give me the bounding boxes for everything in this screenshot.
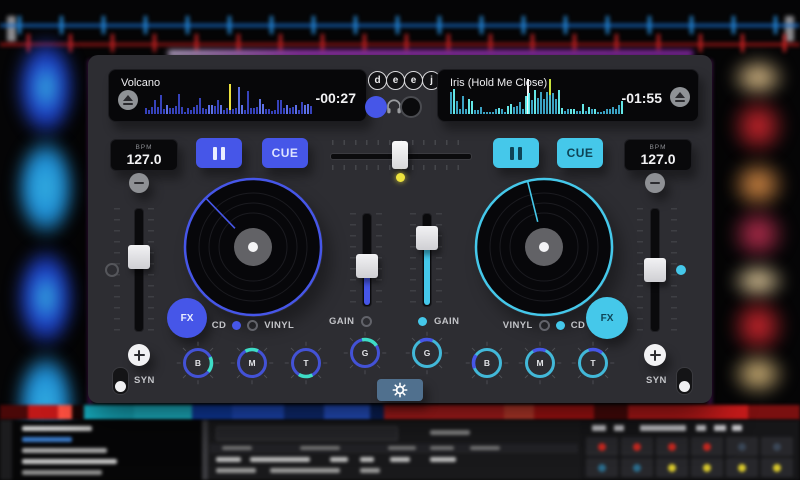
source-selected-dot[interactable] xyxy=(232,321,241,330)
crossfader[interactable] xyxy=(330,140,470,170)
time-remaining-b: -01:55 xyxy=(622,90,662,106)
pause-button-a[interactable] xyxy=(196,138,242,168)
bpm-label: BPM xyxy=(111,144,177,151)
source-toggle-a[interactable]: CD VINYL xyxy=(183,320,323,331)
pitch-fader-b[interactable] xyxy=(644,208,666,332)
bpm-value: 127.0 xyxy=(111,151,177,167)
crossfader-handle[interactable] xyxy=(392,141,408,169)
sync-label-a: SYN xyxy=(134,375,155,386)
eject-icon xyxy=(123,95,133,101)
pause-icon xyxy=(510,147,522,160)
eq-knob-a-mid[interactable]: M xyxy=(230,341,274,385)
volume-fader-a[interactable] xyxy=(356,213,378,307)
eq-knob-b-bass[interactable]: B xyxy=(465,341,509,385)
gain-indicator-b[interactable] xyxy=(418,317,427,326)
bg-track-browser xyxy=(0,420,800,480)
cue-button-b[interactable]: CUE xyxy=(557,138,603,168)
fx-button-a[interactable]: FX xyxy=(167,298,207,338)
logo-circle: e xyxy=(386,71,405,90)
gain-row-a: GAIN xyxy=(329,316,372,327)
eject-button-b[interactable] xyxy=(670,87,690,107)
pitch-center-marker-b xyxy=(676,265,686,275)
logo-circle: d xyxy=(368,71,387,90)
gain-label-a: GAIN xyxy=(329,316,354,327)
pitch-minus-button-a[interactable] xyxy=(129,173,149,193)
gain-knob-b[interactable]: G xyxy=(405,331,449,375)
volume-fader-b[interactable] xyxy=(416,213,438,307)
source-unselected-dot[interactable] xyxy=(539,320,550,331)
logo-circle: e xyxy=(404,71,423,90)
waveform-b[interactable] xyxy=(450,81,624,114)
source-selected-dot[interactable] xyxy=(556,321,565,330)
eject-button-a[interactable] xyxy=(118,90,138,110)
pitch-center-marker-a xyxy=(105,263,119,277)
bg-waveform-blue xyxy=(0,16,800,34)
sync-toggle-b[interactable] xyxy=(676,367,693,395)
volume-fader-handle-a[interactable] xyxy=(356,254,378,278)
eq-knob-a-bass[interactable]: B xyxy=(176,341,220,385)
jog-wheel-b[interactable] xyxy=(474,177,614,317)
cd-label: CD xyxy=(212,320,227,331)
minus-icon xyxy=(134,182,144,184)
settings-button[interactable] xyxy=(377,379,423,401)
eq-knob-a-treble[interactable]: T xyxy=(284,341,328,385)
gain-row-b: GAIN xyxy=(418,316,459,327)
source-toggle-b[interactable]: VINYL CD xyxy=(474,320,614,331)
pitch-fader-a[interactable] xyxy=(128,208,150,332)
dj-console-panel: Volcano -00:27 d e e j Iris (Hold Me Clo… xyxy=(88,55,712,403)
gain-label-b: GAIN xyxy=(434,316,459,327)
pitch-plus-button-b[interactable] xyxy=(644,344,666,366)
time-remaining-a: -00:27 xyxy=(316,90,356,106)
bpm-display-a[interactable]: BPM 127.0 xyxy=(110,139,178,171)
eq-knob-b-treble[interactable]: T xyxy=(571,341,615,385)
bg-color-strip xyxy=(0,405,800,420)
gain-indicator-a[interactable] xyxy=(361,316,372,327)
waveform-a[interactable] xyxy=(145,86,313,114)
gear-icon xyxy=(392,382,408,398)
pitch-minus-button-b[interactable] xyxy=(645,173,665,193)
sync-toggle-a[interactable] xyxy=(112,367,129,395)
vinyl-label: VINYL xyxy=(264,320,294,331)
pause-icon xyxy=(213,147,225,160)
monitor-cue-b[interactable] xyxy=(400,96,422,118)
bpm-display-b[interactable]: BPM 127.0 xyxy=(624,139,692,171)
monitor-cue-a[interactable] xyxy=(365,96,387,118)
eq-knob-b-mid[interactable]: M xyxy=(518,341,562,385)
deck-b-display[interactable]: Iris (Hold Me Close) -01:55 xyxy=(437,69,699,122)
minus-icon xyxy=(650,182,660,184)
vinyl-label: VINYL xyxy=(503,320,533,331)
bpm-value: 127.0 xyxy=(625,151,691,167)
deck-a-display[interactable]: Volcano -00:27 xyxy=(108,69,367,122)
pitch-fader-handle-b[interactable] xyxy=(644,258,666,282)
volume-fader-handle-b[interactable] xyxy=(416,226,438,250)
fx-button-b[interactable]: FX xyxy=(586,297,628,339)
bpm-label: BPM xyxy=(625,144,691,151)
jog-wheel-a[interactable] xyxy=(183,177,323,317)
pitch-fader-handle-a[interactable] xyxy=(128,245,150,269)
eject-icon xyxy=(675,92,685,98)
cd-label: CD xyxy=(571,320,586,331)
pause-button-b[interactable] xyxy=(493,138,539,168)
sync-label-b: SYN xyxy=(646,375,667,386)
pitch-plus-button-a[interactable] xyxy=(128,344,150,366)
gain-knob-a[interactable]: G xyxy=(343,331,387,375)
source-unselected-dot[interactable] xyxy=(247,320,258,331)
cue-button-a[interactable]: CUE xyxy=(262,138,308,168)
crossfader-indicator-dot xyxy=(396,173,405,182)
